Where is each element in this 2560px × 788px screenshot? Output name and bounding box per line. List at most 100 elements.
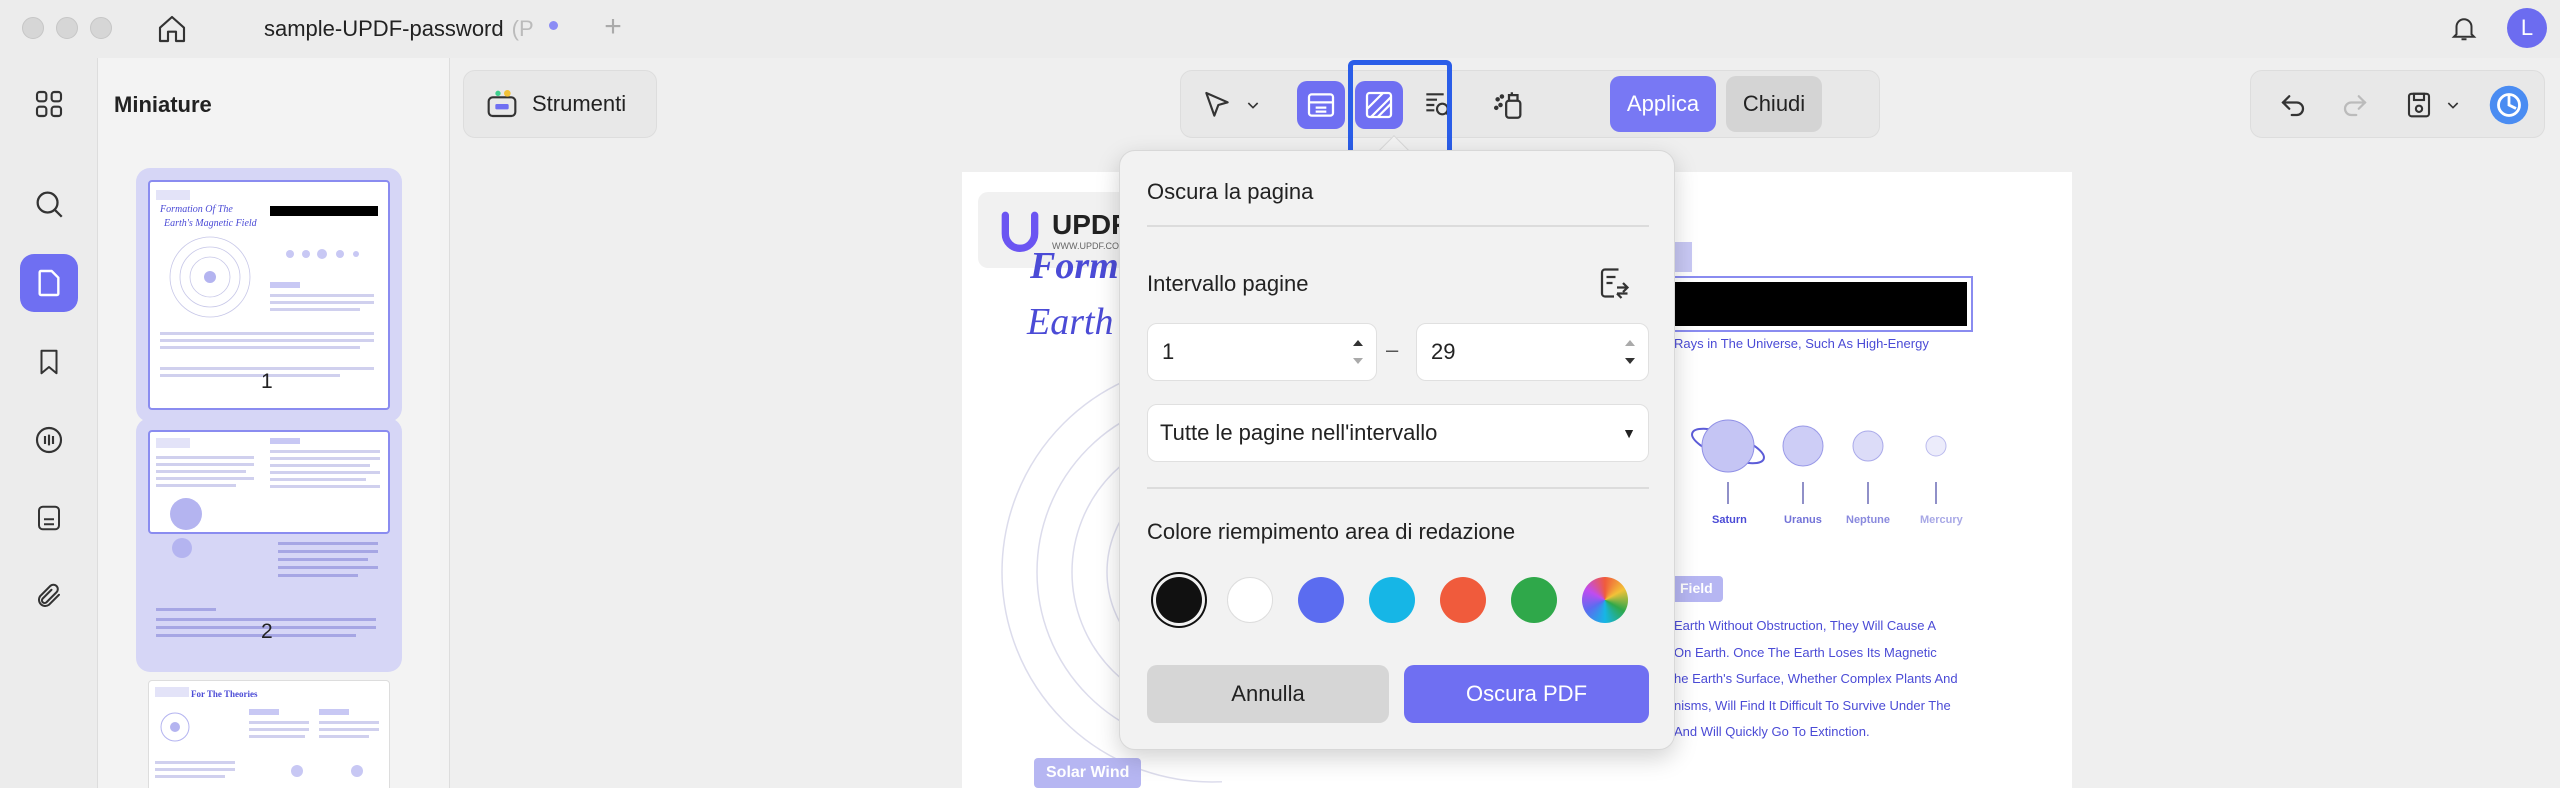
pdf-section-tag: Field [1668,576,1723,602]
form-icon [38,505,60,531]
svg-text:Earth's Magnetic Field: Earth's Magnetic Field [163,218,258,229]
document-tab[interactable]: sample-UPDF-password (P [250,8,570,50]
planet-label: Uranus [1784,514,1822,526]
pdf-heading: Form [1030,245,1119,287]
sidebar-item-ai[interactable] [20,411,78,469]
sidebar-item-bookmarks[interactable] [20,333,78,391]
stepper-arrows-icon[interactable] [1622,332,1638,372]
color-swatch-orange[interactable] [1440,577,1486,623]
thumbnail-page-number: 1 [261,370,273,393]
planet-label: Neptune [1846,514,1890,526]
search-icon [36,191,63,218]
pdf-text-line: he Earth's Surface, Whether Complex Plan… [1674,671,1958,686]
pdf-text-line: nisms, Will Find It Difficult To Survive… [1674,698,1951,713]
caret-down-icon: ▼ [1622,425,1636,441]
notifications-button[interactable] [2444,8,2484,48]
document-tab-title-overflow: (P [511,16,534,41]
redact-area-icon [1307,93,1335,117]
select-tool-button[interactable] [1195,81,1239,129]
page-swap-icon [1600,268,1630,299]
save-button[interactable] [2395,81,2443,129]
tools-label: Strumenti [532,91,627,116]
sidebar-item-forms[interactable] [20,489,78,547]
arrow-pointer-icon [1205,91,1229,117]
window-zoom-button[interactable] [90,17,112,39]
thumbnails-panel: Miniature Formation Of The Earth's Magne… [98,58,450,788]
pdf-text-line: On Earth. Once The Earth Loses Its Magne… [1674,645,1937,660]
planet-label: Saturn [1712,514,1747,526]
sanitize-button[interactable] [1485,81,1533,129]
swap-range-button[interactable] [1596,265,1636,305]
apply-button[interactable]: Applica [1610,76,1716,132]
save-icon [2407,92,2431,118]
ai-assistant-icon [2489,85,2529,125]
planet-label: Mercury [1920,514,1963,526]
pdf-text-line: And Will Quickly Go To Extinction. [1674,724,1870,739]
toolbox-icon [487,90,517,118]
user-avatar[interactable]: L [2507,8,2547,48]
save-options-dropdown[interactable] [2439,81,2467,129]
range-separator: – [1386,337,1399,362]
undo-button[interactable] [2269,81,2317,129]
close-redaction-button[interactable]: Chiudi [1726,76,1822,132]
chevron-down-icon [1247,102,1259,109]
unsaved-dot [549,21,558,30]
cancel-button[interactable]: Annulla [1147,665,1389,723]
pdf-logo-text: UPDF [1052,209,1129,240]
page-range-label: Intervallo pagine [1147,271,1309,296]
bookmark-icon [40,349,58,375]
color-swatch-black[interactable] [1156,577,1202,623]
redo-icon [2343,95,2367,117]
divider [1147,225,1649,227]
range-from-input[interactable]: 1 [1147,323,1377,381]
pdf-section-tag: Solar Wind [1034,758,1142,788]
home-icon [158,15,186,43]
stepper-arrows-icon[interactable] [1350,332,1366,372]
page-icon [38,269,60,297]
redo-button[interactable] [2331,81,2379,129]
color-swatch-blue[interactable] [1298,577,1344,623]
range-mode-select[interactable]: Tutte le pagine nell'intervallo ▼ [1147,404,1649,462]
pdf-heading: Earth [1027,301,1114,343]
redact-page-popover: Oscura la pagina Intervallo pagine 1 – 2… [1119,150,1675,750]
svg-text:Formation Of The: Formation Of The [159,204,233,215]
updf-ai-button[interactable] [2485,81,2533,129]
range-to-input[interactable]: 29 [1416,323,1649,381]
thumbnail-image: For The Theories [148,680,390,788]
sidebar-item-attachments[interactable] [20,567,78,625]
color-swatch-cyan[interactable] [1369,577,1415,623]
sidebar-item-pages[interactable] [20,254,78,312]
grid-icon [35,90,63,118]
color-swatch-white[interactable] [1227,577,1273,623]
new-tab-button[interactable]: + [598,10,628,46]
pdf-text-line: Earth Without Obstruction, They Will Cau… [1674,618,1937,633]
thumbnail-page-number: 2 [261,620,273,643]
title-bar: sample-UPDF-password (P + L [0,0,2560,58]
range-to-value: 29 [1431,339,1456,364]
popover-title: Oscura la pagina [1147,179,1314,204]
range-from-value: 1 [1162,339,1175,364]
thumbnail-image [148,430,390,534]
bell-icon [2451,18,2477,41]
redact-pdf-button[interactable]: Oscura PDF [1404,665,1649,723]
planet-row [1691,419,1947,504]
fill-color-label: Colore riempimento area di redazione [1147,519,1516,544]
paperclip-icon [38,583,60,607]
thumbnail-page-3[interactable]: For The Theories [136,668,402,788]
sidebar-item-organize[interactable] [20,75,78,133]
eraser-spray-icon [1493,92,1522,119]
redact-area-button[interactable] [1297,81,1345,129]
sidebar-item-search[interactable] [20,175,78,233]
redaction-mark[interactable] [1667,276,1973,332]
window-minimize-button[interactable] [56,17,78,39]
custom-color-picker[interactable] [1582,577,1628,623]
thumbnails-title: Miniature [114,92,212,117]
color-swatch-green[interactable] [1511,577,1557,623]
thumbnail-heading: For The Theories [191,689,258,699]
home-button[interactable] [152,9,192,49]
range-mode-value: Tutte le pagine nell'intervallo [1160,420,1438,445]
undo-icon [2281,95,2305,117]
window-close-button[interactable] [22,17,44,39]
tools-button[interactable]: Strumenti [463,70,657,138]
select-tool-dropdown[interactable] [1241,81,1265,129]
